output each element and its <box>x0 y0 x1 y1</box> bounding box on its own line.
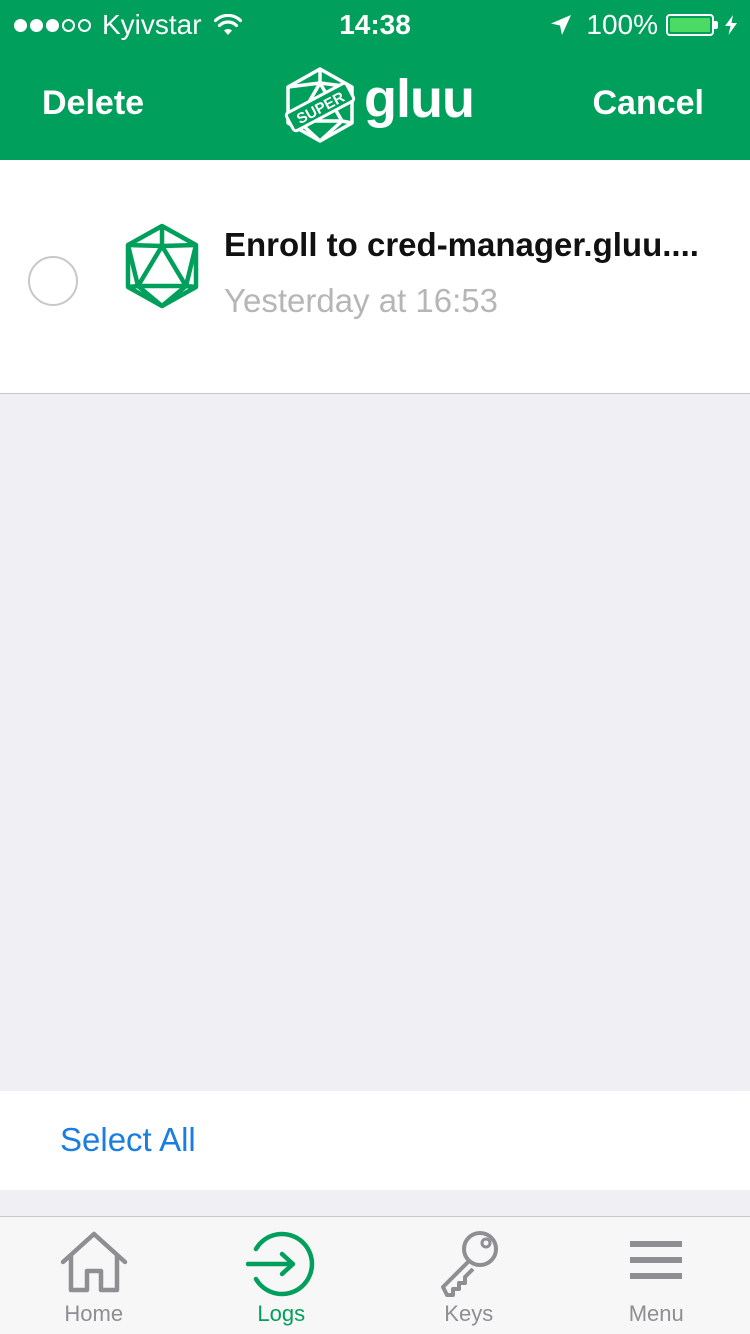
battery-percent: 100% <box>586 9 658 40</box>
key-icon <box>440 1231 498 1297</box>
tab-home[interactable]: Home <box>0 1217 188 1334</box>
tab-menu-label: Menu <box>628 1301 684 1326</box>
location-arrow-icon <box>551 15 572 35</box>
log-title: Enroll to cred-manager.gluu.... <box>224 226 699 263</box>
log-timestamp: Yesterday at 16:53 <box>224 282 498 319</box>
tab-menu[interactable]: Menu <box>563 1217 750 1334</box>
status-right: 100% <box>550 8 738 42</box>
tab-logs-label: Logs <box>257 1301 306 1326</box>
tab-keys[interactable]: Keys <box>375 1217 563 1334</box>
super-gluu-logo-icon: SUPER <box>284 67 356 143</box>
tab-keys-label: Keys <box>444 1301 494 1326</box>
cancel-button[interactable]: Cancel <box>593 84 705 123</box>
tab-bar: Home Logs Keys Menu <box>0 1216 750 1334</box>
battery-nub <box>714 21 718 29</box>
gluu-icosahedron-icon <box>125 223 199 309</box>
logo-wordmark: gluu <box>364 69 475 129</box>
log-list-item[interactable]: Enroll to cred-manager.gluu.... Yesterda… <box>0 160 750 394</box>
super-gluu-logo: SUPER gluu <box>280 64 475 146</box>
home-icon <box>60 1231 127 1293</box>
logs-icon <box>246 1231 315 1297</box>
select-radio[interactable] <box>28 256 78 306</box>
delete-button[interactable]: Delete <box>42 84 144 123</box>
app-header: Kyivstar 14:38 100% Delete SUPER gluu Ca… <box>0 0 750 160</box>
select-all-button[interactable]: Select All <box>60 1121 196 1159</box>
status-bar: Kyivstar 14:38 100% <box>0 0 750 50</box>
battery-icon <box>666 14 714 36</box>
tab-home-label: Home <box>64 1301 124 1326</box>
tab-logs[interactable]: Logs <box>188 1217 376 1334</box>
charging-bolt-icon <box>725 15 737 35</box>
select-all-bar: Select All <box>0 1091 750 1190</box>
menu-icon <box>630 1241 683 1279</box>
